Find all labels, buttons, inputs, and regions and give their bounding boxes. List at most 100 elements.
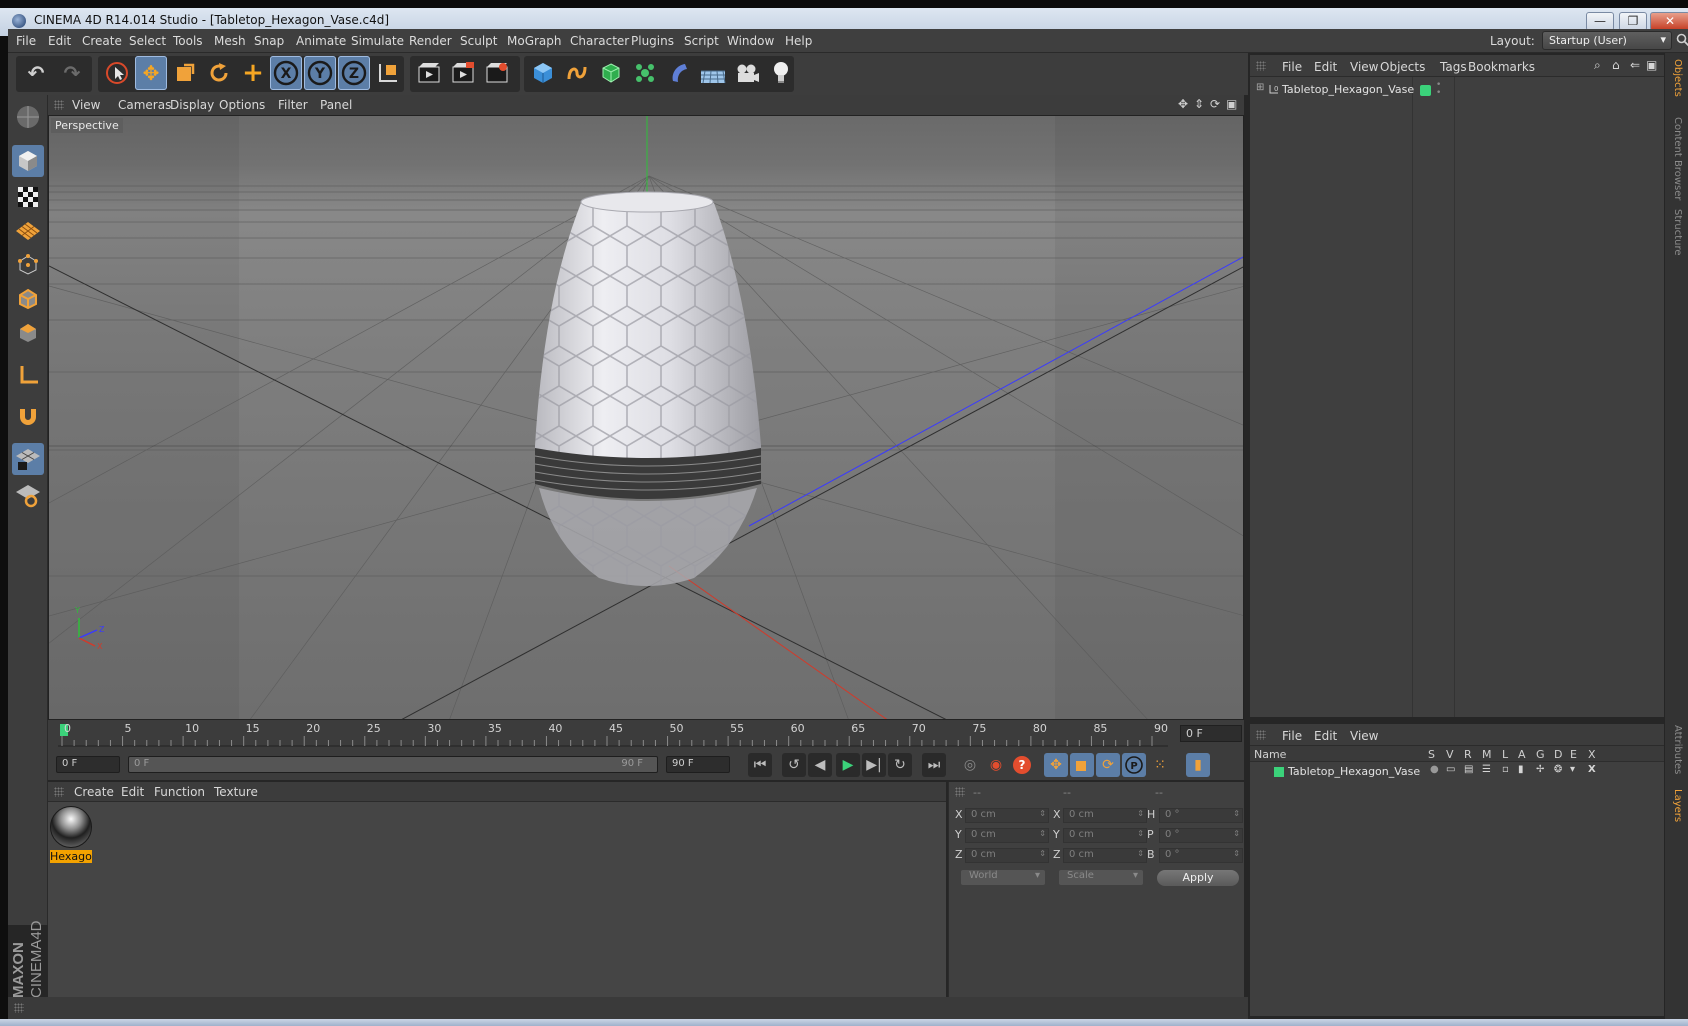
viewport-menu-options[interactable]: Options	[219, 98, 265, 112]
polygons-mode-icon[interactable]	[12, 317, 44, 349]
col-render[interactable]: R	[1464, 748, 1472, 761]
panel-grip[interactable]	[955, 787, 965, 797]
points-mode-icon[interactable]	[12, 249, 44, 281]
objects-menu-edit[interactable]: Edit	[1314, 60, 1337, 74]
size-y-field[interactable]: 0 cm	[1063, 828, 1147, 843]
layer-color-swatch[interactable]	[1274, 767, 1284, 777]
layers-menu-edit[interactable]: Edit	[1314, 729, 1337, 743]
viewport-maximize-icon[interactable]: ▣	[1226, 97, 1237, 111]
objects-menu-bookmarks[interactable]: Bookmarks	[1468, 60, 1535, 74]
menu-snap[interactable]: Snap	[254, 34, 284, 48]
col-animation[interactable]: A	[1518, 748, 1526, 761]
menu-simulate[interactable]: Simulate	[351, 34, 404, 48]
menu-help[interactable]: Help	[785, 34, 812, 48]
x-axis-lock-icon[interactable]: X	[270, 56, 302, 90]
texture-mode-icon[interactable]	[12, 181, 44, 213]
col-xref[interactable]: X	[1588, 748, 1596, 761]
search-icon[interactable]	[1676, 33, 1688, 47]
rot-p-field[interactable]: 0 °	[1159, 828, 1243, 843]
menu-character[interactable]: Character	[570, 34, 629, 48]
render-view-icon[interactable]	[413, 56, 445, 90]
bend-deformer-icon[interactable]	[663, 56, 695, 90]
key-position-icon[interactable]: ✥	[1044, 753, 1068, 777]
layers-menu-file[interactable]: File	[1282, 729, 1302, 743]
recent-tools-plus-icon[interactable]: +	[237, 56, 269, 90]
layer-row[interactable]: Tabletop_Hexagon_Vase ● ▭ ▤ ☰ ▫ ▮ ✢ ❂ ▾ …	[1250, 764, 1664, 780]
key-rotation-icon[interactable]: ⟳	[1096, 753, 1120, 777]
range-slider[interactable]: 0 F 90 F	[128, 756, 658, 773]
menu-edit[interactable]: Edit	[48, 34, 71, 48]
menu-file[interactable]: File	[16, 34, 36, 48]
col-solo[interactable]: S	[1428, 748, 1435, 761]
render-to-picture-viewer-icon[interactable]	[447, 56, 479, 90]
menu-script[interactable]: Script	[684, 34, 719, 48]
spline-pen-icon[interactable]	[561, 56, 593, 90]
layer-expression-icon[interactable]: ▾	[1570, 764, 1575, 775]
object-row[interactable]: ⊞ 0 Tabletop_Hexagon_Vase • •	[1250, 81, 1664, 99]
key-pla-icon[interactable]: ⁙	[1148, 753, 1172, 777]
planar-workplane-icon[interactable]	[12, 479, 44, 511]
layer-solo-icon[interactable]: ●	[1430, 764, 1439, 775]
tab-attributes[interactable]: Attributes	[1672, 725, 1683, 774]
key-parameter-icon[interactable]: P	[1122, 753, 1146, 777]
visibility-dots-icon[interactable]: • •	[1436, 81, 1441, 98]
z-axis-lock-icon[interactable]: Z	[338, 56, 370, 90]
col-view[interactable]: V	[1446, 748, 1454, 761]
viewport-menu-panel[interactable]: Panel	[320, 98, 352, 112]
menu-sculpt[interactable]: Sculpt	[460, 34, 497, 48]
layer-manager-icon[interactable]: ☰	[1482, 764, 1491, 775]
objects-menu-tags[interactable]: Tags	[1440, 60, 1467, 74]
light-bulb-icon[interactable]	[765, 56, 797, 90]
viewport-zoom-icon[interactable]: ⇕	[1194, 97, 1204, 111]
play-icon[interactable]: ▶	[836, 753, 860, 777]
tab-objects[interactable]: Objects	[1672, 59, 1683, 97]
layer-deformer-icon[interactable]: ❂	[1554, 764, 1562, 775]
cloner-icon[interactable]	[629, 56, 661, 90]
menu-plugins[interactable]: Plugins	[631, 34, 674, 48]
layer-xref-icon[interactable]: X	[1588, 764, 1596, 775]
material-menu-texture[interactable]: Texture	[214, 785, 258, 799]
menu-animate[interactable]: Animate	[296, 34, 346, 48]
end-frame-field[interactable]: 90 F	[666, 756, 730, 773]
layer-lock-icon[interactable]: ▫	[1502, 764, 1509, 775]
render-settings-icon[interactable]	[481, 56, 513, 90]
perspective-viewport[interactable]: Perspective Y X Z	[48, 115, 1244, 720]
prev-frame-icon[interactable]: ◀	[808, 753, 832, 777]
edges-mode-icon[interactable]	[12, 283, 44, 315]
col-locked[interactable]: L	[1502, 748, 1508, 761]
size-z-field[interactable]: 0 cm	[1063, 848, 1147, 863]
col-deformers[interactable]: D	[1554, 748, 1562, 761]
coordinate-space-dropdown[interactable]: World	[961, 870, 1045, 885]
menu-mesh[interactable]: Mesh	[214, 34, 246, 48]
layer-color-tag[interactable]	[1420, 85, 1431, 96]
layer-render-icon[interactable]: ▤	[1464, 764, 1473, 775]
start-frame-field[interactable]: 0 F	[56, 756, 120, 773]
current-frame-field[interactable]: 0 F	[1180, 725, 1242, 742]
objects-search-icon[interactable]: ⌕	[1594, 58, 1601, 73]
tab-structure[interactable]: Structure	[1672, 209, 1683, 256]
pos-x-field[interactable]: 0 cm	[965, 808, 1049, 823]
y-axis-lock-icon[interactable]: Y	[304, 56, 336, 90]
workplane-lock-icon[interactable]	[12, 443, 44, 475]
objects-maximize-icon[interactable]: ▣	[1646, 58, 1657, 72]
objects-menu-view[interactable]: View	[1350, 60, 1378, 74]
rot-h-field[interactable]: 0 °	[1159, 808, 1243, 823]
panel-grip[interactable]	[54, 100, 64, 110]
make-editable-icon[interactable]	[12, 101, 44, 133]
rot-b-field[interactable]: 0 °	[1159, 848, 1243, 863]
workplane-mode-icon[interactable]	[12, 215, 44, 247]
next-key-icon[interactable]: ↻	[888, 753, 912, 777]
size-x-field[interactable]: 0 cm	[1063, 808, 1147, 823]
redo-icon[interactable]: ↷	[56, 56, 88, 90]
expand-icon[interactable]: ⊞	[1256, 82, 1264, 93]
undo-icon[interactable]: ↶	[20, 56, 52, 90]
col-generators[interactable]: G	[1536, 748, 1545, 761]
col-manager[interactable]: M	[1482, 748, 1492, 761]
menu-create[interactable]: Create	[82, 34, 122, 48]
camera-icon[interactable]	[731, 56, 763, 90]
model-mode-icon[interactable]	[12, 145, 44, 177]
layer-animation-icon[interactable]: ▮	[1518, 764, 1524, 775]
cube-primitive-icon[interactable]	[527, 56, 559, 90]
panel-grip[interactable]	[1256, 61, 1266, 71]
viewport-rotate-icon[interactable]: ⟳	[1210, 97, 1220, 111]
